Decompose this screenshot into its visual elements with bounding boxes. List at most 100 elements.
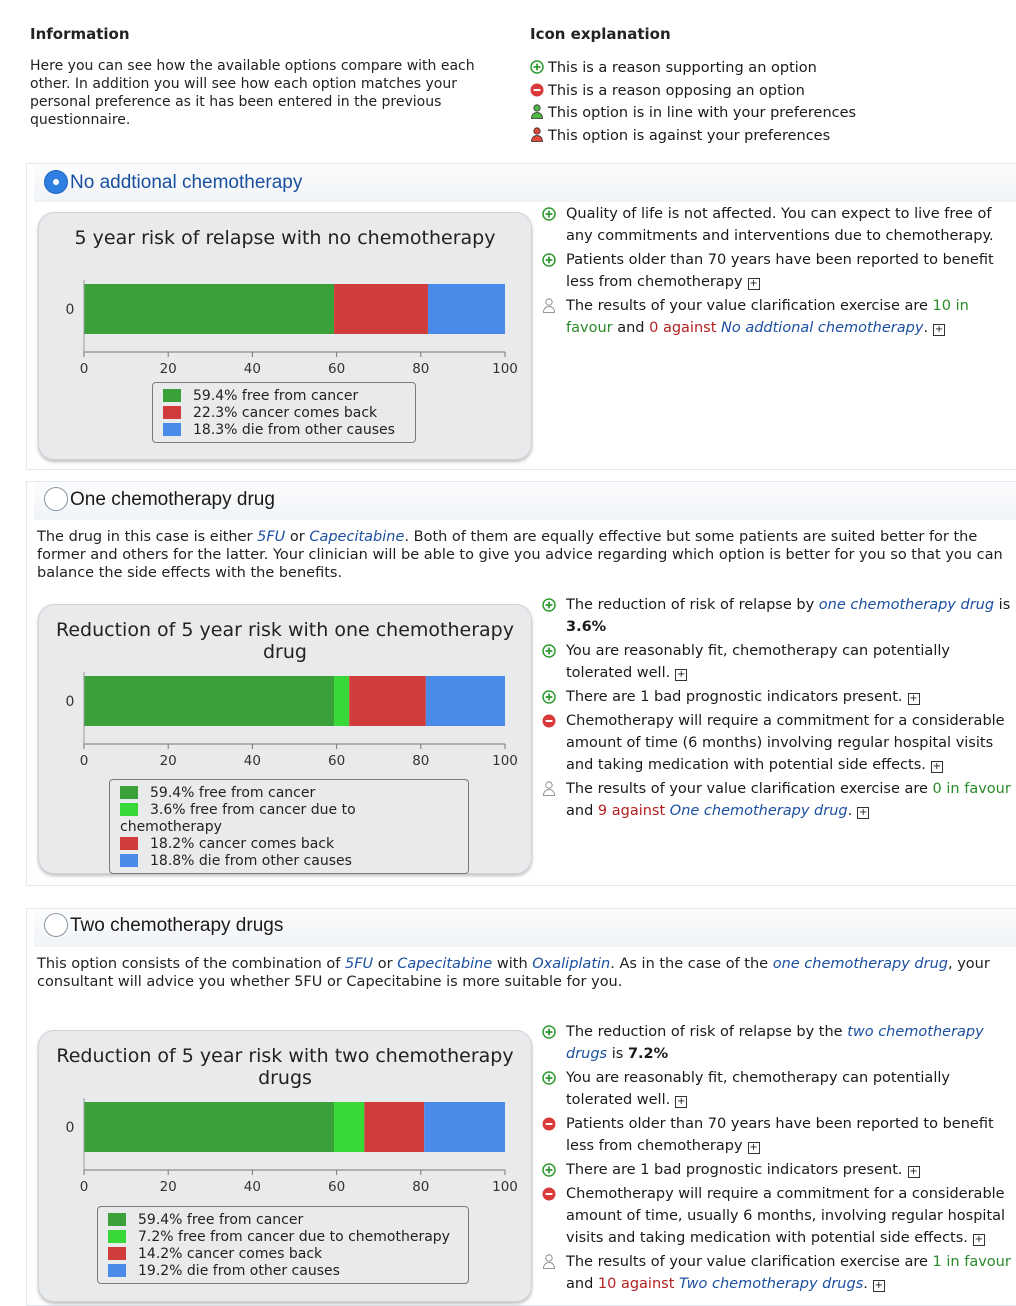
- expand-details-icon[interactable]: +: [857, 807, 870, 819]
- reason-item: The results of your value clarification …: [542, 778, 1016, 822]
- reason-text: The results of your value clarification …: [566, 781, 1011, 819]
- bar-segment-free: [84, 676, 335, 726]
- icon-explanation-list: This is a reason supporting an option Th…: [530, 57, 1010, 147]
- chart-legend: 59.4% free from cancer 3.6% free from can…: [109, 779, 469, 874]
- expand-details-icon[interactable]: +: [930, 761, 943, 773]
- information-heading: Information: [30, 25, 130, 43]
- legend-item-other_causes: 19.2% die from other causes: [108, 1263, 460, 1280]
- x-tick-label: 40: [244, 1179, 261, 1195]
- legend-label: 59.4% free from cancer: [150, 785, 316, 801]
- reason-text: The reduction of risk of relapse by one …: [566, 597, 1011, 635]
- plus-circle-icon: [530, 59, 544, 74]
- bar-segment-comes_back: [334, 284, 428, 334]
- reason-text: There are 1 bad prognostic indicators pr…: [566, 1162, 903, 1178]
- legend-label: 3.6% free from cancer due to chemotherap…: [120, 802, 356, 835]
- reason-item: You are reasonably fit, chemotherapy can…: [542, 640, 1016, 684]
- reason-item: The reduction of risk of relapse by one …: [542, 594, 1016, 638]
- legend-item-free_chemo: 7.2% free from cancer due to chemotherap…: [108, 1229, 460, 1246]
- chart-legend: 59.4% free from cancer 22.3% cancer comes…: [152, 382, 416, 443]
- category-label: 0: [66, 1120, 75, 1136]
- expand-details-icon[interactable]: +: [907, 693, 920, 705]
- option-title-one-chemotherapy-drug[interactable]: One chemotherapy drug: [70, 489, 275, 511]
- option-radio-no-chemotherapy[interactable]: [44, 170, 68, 194]
- option-radio-two-chemotherapy-drugs[interactable]: [44, 913, 68, 937]
- reasons-list-no-chemotherapy: Quality of life is not affected. You can…: [542, 203, 1016, 341]
- reason-item: Patients older than 70 years have been r…: [542, 249, 1016, 293]
- minus-circle-icon: [542, 1186, 556, 1201]
- reason-item: Patients older than 70 years have been r…: [542, 1113, 1016, 1157]
- bar-segment-comes_back: [364, 1102, 425, 1152]
- option-title-no-chemotherapy[interactable]: No addtional chemotherapy: [70, 172, 302, 194]
- x-tick-label: 80: [412, 361, 429, 377]
- expand-details-icon[interactable]: +: [747, 1142, 760, 1154]
- plus-circle-icon: [542, 252, 556, 267]
- bar-segment-other_causes: [425, 676, 505, 726]
- reason-text: Quality of life is not affected. You can…: [566, 206, 994, 244]
- reason-item: There are 1 bad prognostic indicators pr…: [542, 686, 1016, 708]
- legend-item-comes_back: 14.2% cancer comes back: [108, 1246, 460, 1263]
- legend-label: 14.2% cancer comes back: [138, 1246, 323, 1262]
- reason-item: Quality of life is not affected. You can…: [542, 203, 1016, 247]
- legend-swatch: [108, 1264, 126, 1277]
- chart-one-chemotherapy-drug: Reduction of 5 year risk with one chemot…: [38, 604, 532, 874]
- x-tick-label: 0: [80, 361, 89, 377]
- legend-label: 7.2% free from cancer due to chemotherap…: [138, 1229, 450, 1245]
- x-tick-label: 0: [80, 753, 89, 769]
- category-label: 0: [66, 694, 75, 710]
- category-label: 0: [66, 302, 75, 318]
- x-tick-label: 20: [160, 753, 177, 769]
- legend-label: 22.3% cancer comes back: [193, 405, 378, 421]
- legend-swatch: [120, 854, 138, 867]
- plus-circle-icon: [542, 689, 556, 704]
- x-tick-label: 40: [244, 753, 261, 769]
- bar-segment-free: [84, 1102, 335, 1152]
- plus-circle-icon: [542, 643, 556, 658]
- expand-details-icon[interactable]: +: [747, 278, 760, 290]
- legend-label: 59.4% free from cancer: [138, 1212, 304, 1228]
- expand-details-icon[interactable]: +: [907, 1166, 920, 1178]
- person-outline-icon: [542, 298, 556, 313]
- legend-item-other_causes: 18.3% die from other causes: [163, 422, 407, 439]
- legend-item-other_causes: 18.8% die from other causes: [120, 853, 460, 870]
- icon-explanation-item-pref-in-line: This option is in line with your prefere…: [530, 102, 1010, 125]
- plus-circle-icon: [542, 597, 556, 612]
- x-tick-label: 20: [160, 361, 177, 377]
- legend-item-free: 59.4% free from cancer: [163, 388, 407, 405]
- icon-explanation-heading: Icon explanation: [530, 25, 671, 43]
- legend-swatch: [120, 786, 138, 799]
- legend-item-free_chemo: 3.6% free from cancer due to chemotherap…: [120, 802, 460, 836]
- reason-text: The results of your value clarification …: [566, 298, 969, 336]
- legend-swatch: [120, 803, 138, 816]
- x-tick-label: 100: [492, 1179, 518, 1195]
- chart-no-chemotherapy: 5 year risk of relapse with no chemother…: [38, 212, 532, 460]
- minus-circle-icon: [530, 82, 544, 96]
- person-outline-icon: [542, 1254, 556, 1269]
- person-outline-icon: [542, 781, 556, 796]
- reason-item: You are reasonably fit, chemotherapy can…: [542, 1067, 1016, 1111]
- legend-item-free: 59.4% free from cancer: [108, 1212, 460, 1229]
- chart-legend: 59.4% free from cancer 7.2% free from can…: [97, 1206, 469, 1284]
- x-tick-label: 40: [244, 361, 261, 377]
- expand-details-icon[interactable]: +: [675, 669, 688, 681]
- bar-segment-free_chemo: [334, 676, 350, 726]
- person-red-icon: [530, 126, 544, 142]
- option-title-two-chemotherapy-drugs[interactable]: Two chemotherapy drugs: [70, 915, 283, 937]
- reason-item: Chemotherapy will require a commitment f…: [542, 1183, 1016, 1249]
- expand-details-icon[interactable]: +: [933, 324, 946, 336]
- legend-swatch: [163, 406, 181, 419]
- x-tick-label: 80: [412, 1179, 429, 1195]
- x-tick-label: 60: [328, 753, 345, 769]
- legend-label: 59.4% free from cancer: [193, 388, 359, 404]
- plus-circle-icon: [542, 1070, 556, 1085]
- expand-details-icon[interactable]: +: [872, 1280, 885, 1292]
- legend-swatch: [108, 1247, 126, 1260]
- expand-details-icon[interactable]: +: [675, 1096, 688, 1108]
- expand-details-icon[interactable]: +: [972, 1234, 985, 1246]
- plus-circle-icon: [542, 1162, 556, 1177]
- legend-item-free: 59.4% free from cancer: [120, 785, 460, 802]
- bar-segment-other_causes: [424, 1102, 505, 1152]
- bar-segment-comes_back: [349, 676, 426, 726]
- reason-text: There are 1 bad prognostic indicators pr…: [566, 689, 903, 705]
- option-radio-one-chemotherapy-drug[interactable]: [44, 487, 68, 511]
- reason-item: Chemotherapy will require a commitment f…: [542, 710, 1016, 776]
